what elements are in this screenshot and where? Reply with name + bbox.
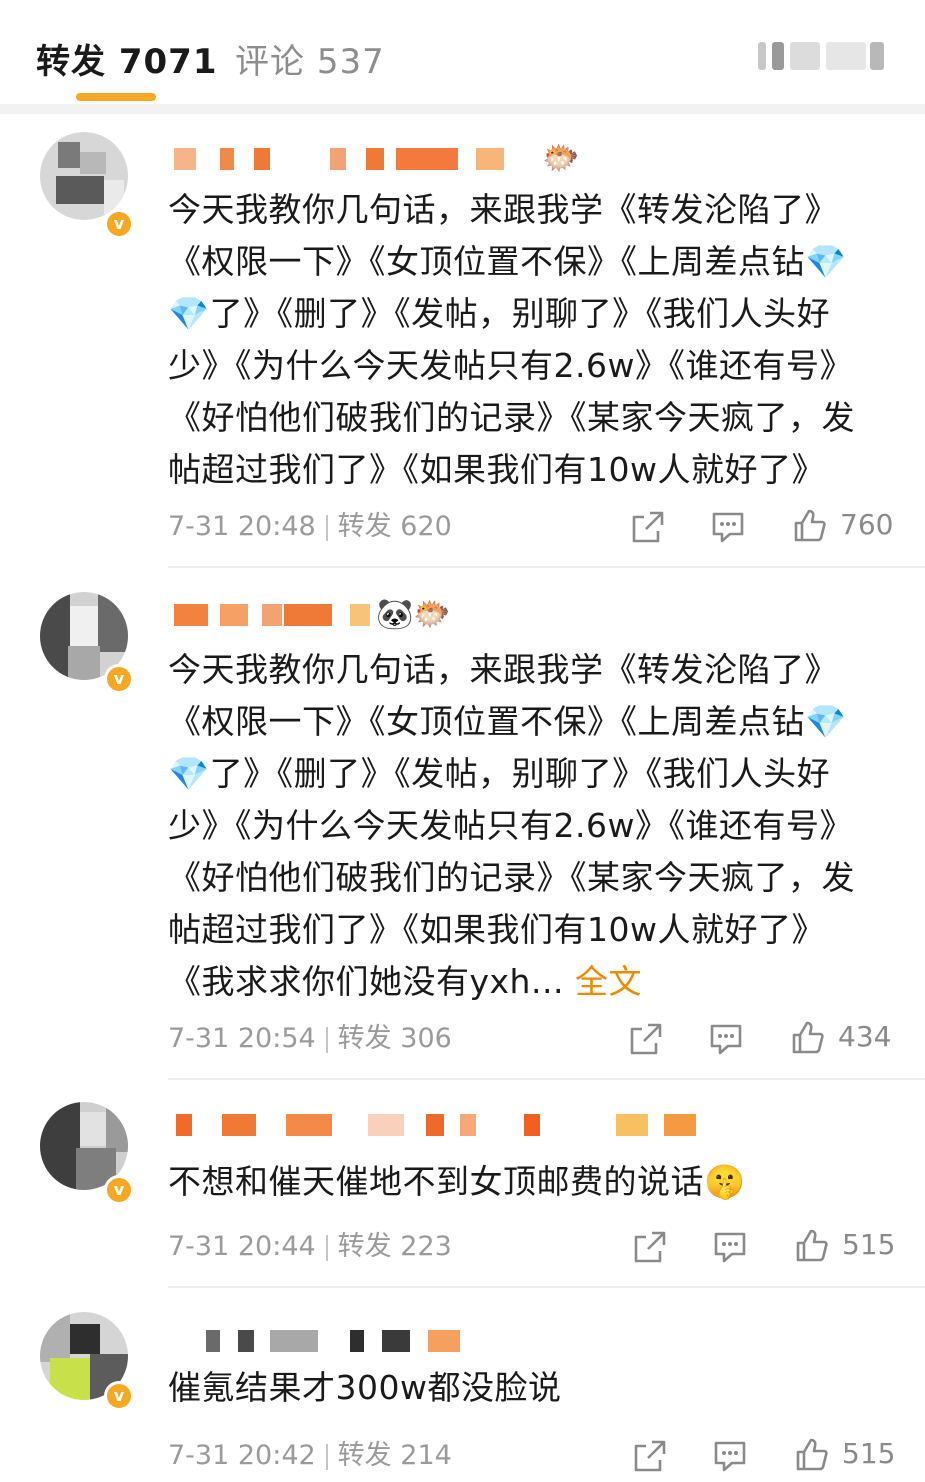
repost-text-body: 不想和催天催地不到女顶邮费的说话🤫 bbox=[168, 1162, 746, 1201]
thumbs-up-icon bbox=[794, 509, 826, 542]
repost-label: 转发 bbox=[337, 1231, 392, 1262]
full-text-link[interactable]: 全文 bbox=[575, 962, 642, 1001]
thumbs-up-icon bbox=[796, 1438, 828, 1471]
repost-count: 223 bbox=[400, 1231, 452, 1262]
comment-button[interactable] bbox=[712, 1230, 748, 1270]
comment-button[interactable] bbox=[710, 510, 746, 550]
panda-fish-emoji-icon: 🐼🐡 bbox=[376, 597, 451, 632]
comment-icon bbox=[714, 1441, 746, 1472]
repost-text: 今天我教你几句话，来跟我学《转发沦陷了》《权限一下》《女顶位置不保》《上周差点钻… bbox=[168, 184, 873, 496]
repost-count: 620 bbox=[400, 511, 452, 542]
like-button[interactable]: 515 bbox=[794, 1436, 896, 1476]
repost-count: 214 bbox=[400, 1440, 452, 1471]
verified-badge-icon: v bbox=[104, 209, 134, 239]
repost-text: 今天我教你几句话，来跟我学《转发沦陷了》《权限一下》《女顶位置不保》《上周差点钻… bbox=[168, 644, 873, 1008]
share-button[interactable] bbox=[630, 509, 666, 549]
comment-icon bbox=[712, 512, 744, 543]
like-button[interactable]: 760 bbox=[792, 507, 894, 547]
share-icon bbox=[632, 511, 664, 543]
repost-text-body: 今天我教你几句话，来跟我学《转发沦陷了》《权限一下》《女顶位置不保》《上周差点钻… bbox=[168, 650, 855, 1001]
verified-badge-icon: v bbox=[104, 1175, 134, 1205]
post-meta: 7-31 20:44 转发 223 bbox=[168, 1227, 452, 1267]
tab-comment[interactable]: 评论 537 bbox=[235, 34, 385, 83]
repost-text: 不想和催天催地不到女顶邮费的说话🤫 bbox=[168, 1156, 873, 1208]
like-count: 434 bbox=[838, 1020, 892, 1053]
post-time: 7-31 20:48 bbox=[168, 511, 316, 542]
repost-item: v 不想和催天催地不到女顶邮费的说话🤫 7-31 20:44 转发 223 515 bbox=[0, 1080, 925, 1285]
tab-repost-label: 转发 bbox=[36, 42, 106, 82]
repost-item: v 🐡 今天我教你几句话，来跟我学《转发沦陷了》《权限一下》《女顶位置不保》《上… bbox=[0, 114, 925, 564]
repost-label: 转发 bbox=[337, 1440, 392, 1471]
share-button[interactable] bbox=[632, 1438, 668, 1478]
share-icon bbox=[634, 1440, 666, 1472]
comment-icon bbox=[710, 1024, 742, 1055]
thumbs-up-icon bbox=[792, 1021, 824, 1054]
tab-repost[interactable]: 转发 7071 bbox=[36, 34, 217, 83]
repost-text: 催氪结果才300w都没脸说 bbox=[168, 1362, 873, 1414]
post-meta: 7-31 20:54 转发 306 bbox=[168, 1019, 452, 1059]
verified-badge-icon: v bbox=[104, 664, 134, 694]
share-button[interactable] bbox=[628, 1021, 664, 1061]
username-pixelated[interactable] bbox=[170, 1324, 470, 1358]
repost-label: 转发 bbox=[337, 1023, 392, 1054]
like-button[interactable]: 515 bbox=[794, 1227, 896, 1267]
avatar[interactable] bbox=[40, 132, 128, 220]
tab-comment-count: 537 bbox=[316, 42, 385, 82]
like-count: 515 bbox=[842, 1228, 896, 1261]
share-icon bbox=[634, 1231, 666, 1263]
fish-emoji-icon: 🐡 bbox=[542, 141, 580, 176]
like-count: 515 bbox=[842, 1437, 896, 1470]
share-button[interactable] bbox=[632, 1229, 668, 1269]
like-button[interactable]: 434 bbox=[790, 1019, 892, 1059]
section-divider bbox=[0, 104, 925, 114]
username-pixelated[interactable] bbox=[170, 1108, 710, 1142]
post-time: 7-31 20:54 bbox=[168, 1023, 316, 1054]
active-tab-indicator bbox=[76, 93, 156, 101]
post-meta: 7-31 20:42 转发 214 bbox=[168, 1436, 452, 1476]
post-time: 7-31 20:44 bbox=[168, 1231, 316, 1262]
repost-text-body: 催氪结果才300w都没脸说 bbox=[168, 1368, 562, 1407]
username-pixelated[interactable]: 🐡 bbox=[170, 142, 590, 176]
repost-text-body: 今天我教你几句话，来跟我学《转发沦陷了》《权限一下》《女顶位置不保》《上周差点钻… bbox=[168, 190, 855, 489]
sort-toggle[interactable] bbox=[758, 42, 886, 70]
tab-repost-count: 7071 bbox=[118, 42, 218, 82]
verified-badge-icon: v bbox=[104, 1381, 134, 1411]
username-pixelated[interactable]: 🐼🐡 bbox=[170, 598, 470, 632]
thumbs-up-icon bbox=[796, 1229, 828, 1262]
share-icon bbox=[630, 1023, 662, 1055]
comment-button[interactable] bbox=[712, 1439, 748, 1479]
repost-count: 306 bbox=[400, 1023, 452, 1054]
repost-item: v 🐼🐡 今天我教你几句话，来跟我学《转发沦陷了》《权限一下》《女顶位置不保》《… bbox=[0, 568, 925, 1078]
like-count: 760 bbox=[840, 508, 894, 541]
tab-bar: 转发 7071 评论 537 bbox=[0, 0, 925, 104]
comment-button[interactable] bbox=[708, 1022, 744, 1062]
post-time: 7-31 20:42 bbox=[168, 1440, 316, 1471]
comment-icon bbox=[714, 1232, 746, 1263]
tab-comment-label: 评论 bbox=[235, 42, 305, 82]
repost-label: 转发 bbox=[337, 511, 392, 542]
post-meta: 7-31 20:48 转发 620 bbox=[168, 507, 452, 547]
repost-item: v 催氪结果才300w都没脸说 7-31 20:42 转发 214 515 bbox=[0, 1288, 925, 1482]
